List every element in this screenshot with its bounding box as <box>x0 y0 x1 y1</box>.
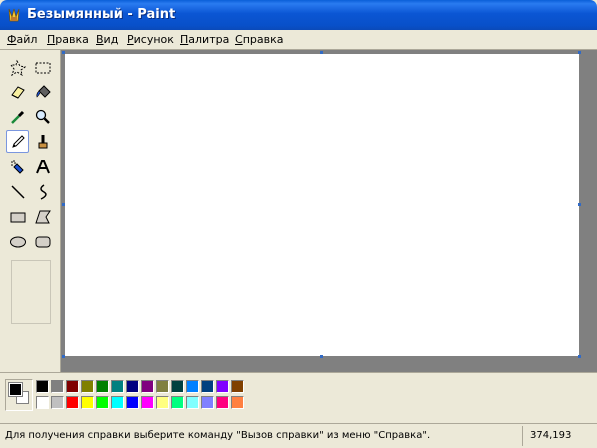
curve-icon <box>39 183 47 200</box>
status-bar: Для получения справки выберите команду "… <box>0 424 597 448</box>
palette-swatch[interactable] <box>201 380 214 393</box>
resize-handle-top-right <box>578 51 581 54</box>
menu-bar: Файл Правка Вид Рисунок Палитра Справка <box>0 30 597 49</box>
rectangle-tool[interactable] <box>6 205 29 228</box>
rect-select-icon <box>35 62 50 73</box>
palette-swatch[interactable] <box>81 380 94 393</box>
text-tool[interactable] <box>31 155 54 178</box>
magnifier-icon <box>35 109 50 124</box>
paint-app-icon <box>8 8 20 22</box>
polygon-tool[interactable] <box>31 205 54 228</box>
resize-handle-right[interactable] <box>578 203 581 206</box>
palette-swatch[interactable] <box>171 396 184 409</box>
palette-swatch[interactable] <box>141 380 154 393</box>
menu-colors[interactable]: Палитра <box>180 33 229 46</box>
color-picker-icon <box>10 110 24 124</box>
line-tool[interactable] <box>6 180 29 203</box>
palette-swatch[interactable] <box>36 396 49 409</box>
pencil-tool[interactable] <box>6 130 29 153</box>
menu-help[interactable]: Справка <box>235 33 283 46</box>
resize-handle-bottom-right[interactable] <box>578 355 581 358</box>
palette-swatch[interactable] <box>156 396 169 409</box>
resize-handle-bottom-left <box>62 355 65 358</box>
eraser-icon <box>10 85 25 99</box>
palette-swatch[interactable] <box>111 380 124 393</box>
menu-file[interactable]: Файл <box>7 33 37 46</box>
palette-swatch[interactable] <box>66 396 79 409</box>
palette-swatch[interactable] <box>96 380 109 393</box>
magnifier-tool[interactable] <box>31 105 54 128</box>
rect-select-tool[interactable] <box>31 56 54 79</box>
airbrush-icon <box>10 159 24 174</box>
rounded-rect-tool[interactable] <box>31 230 54 253</box>
fill-tool[interactable] <box>31 80 54 103</box>
palette-swatch[interactable] <box>156 380 169 393</box>
rounded-rect-icon <box>35 236 50 247</box>
free-select-tool[interactable] <box>6 56 29 79</box>
status-help-text: Для получения справки выберите команду "… <box>5 430 431 441</box>
resize-handle-top <box>320 51 323 54</box>
foreground-color <box>8 382 23 397</box>
text-icon <box>35 159 50 173</box>
palette-swatch[interactable] <box>186 380 199 393</box>
brush-tool[interactable] <box>31 130 54 153</box>
palette-swatch[interactable] <box>66 380 79 393</box>
palette-swatch[interactable] <box>126 380 139 393</box>
title-bar[interactable]: Безымянный - Paint <box>0 0 597 30</box>
window-title: Безымянный - Paint <box>27 7 176 22</box>
palette-swatch[interactable] <box>96 396 109 409</box>
canvas-scroll-area[interactable] <box>60 50 597 372</box>
ellipse-tool[interactable] <box>6 230 29 253</box>
rectangle-icon <box>10 212 25 222</box>
cursor-coordinates: 374,193 <box>530 430 572 441</box>
brush-icon <box>38 134 47 148</box>
palette-swatch[interactable] <box>171 380 184 393</box>
ellipse-icon <box>9 236 26 247</box>
eraser-tool[interactable] <box>6 80 29 103</box>
resize-handle-top-left <box>62 51 65 54</box>
status-divider <box>522 426 523 446</box>
free-select-icon <box>9 59 26 76</box>
curve-tool[interactable] <box>31 180 54 203</box>
tool-options-box[interactable] <box>11 260 51 324</box>
color-picker-tool[interactable] <box>6 105 29 128</box>
palette-swatch[interactable] <box>81 396 94 409</box>
fill-icon <box>35 84 51 98</box>
palette-swatch[interactable] <box>111 396 124 409</box>
pencil-icon <box>11 134 25 148</box>
palette-swatch[interactable] <box>36 380 49 393</box>
palette-swatch[interactable] <box>186 396 199 409</box>
palette-swatch[interactable] <box>201 396 214 409</box>
menu-edit[interactable]: Правка <box>47 33 89 46</box>
resize-handle-bottom[interactable] <box>320 355 323 358</box>
drawing-canvas[interactable] <box>65 54 579 356</box>
palette-swatch[interactable] <box>141 396 154 409</box>
airbrush-tool[interactable] <box>6 155 29 178</box>
color-palette <box>0 373 597 423</box>
polygon-icon <box>34 210 51 223</box>
toolbox <box>0 50 60 372</box>
palette-swatch[interactable] <box>51 380 64 393</box>
palette-swatch[interactable] <box>51 396 64 409</box>
palette-swatch[interactable] <box>216 380 229 393</box>
resize-handle-left <box>62 203 65 206</box>
current-colors[interactable] <box>5 379 33 411</box>
menu-view[interactable]: Вид <box>96 33 118 46</box>
palette-swatch[interactable] <box>231 396 244 409</box>
palette-swatch[interactable] <box>216 396 229 409</box>
line-icon <box>10 184 25 199</box>
menu-image[interactable]: Рисунок <box>127 33 174 46</box>
palette-swatch[interactable] <box>231 380 244 393</box>
palette-swatch[interactable] <box>126 396 139 409</box>
